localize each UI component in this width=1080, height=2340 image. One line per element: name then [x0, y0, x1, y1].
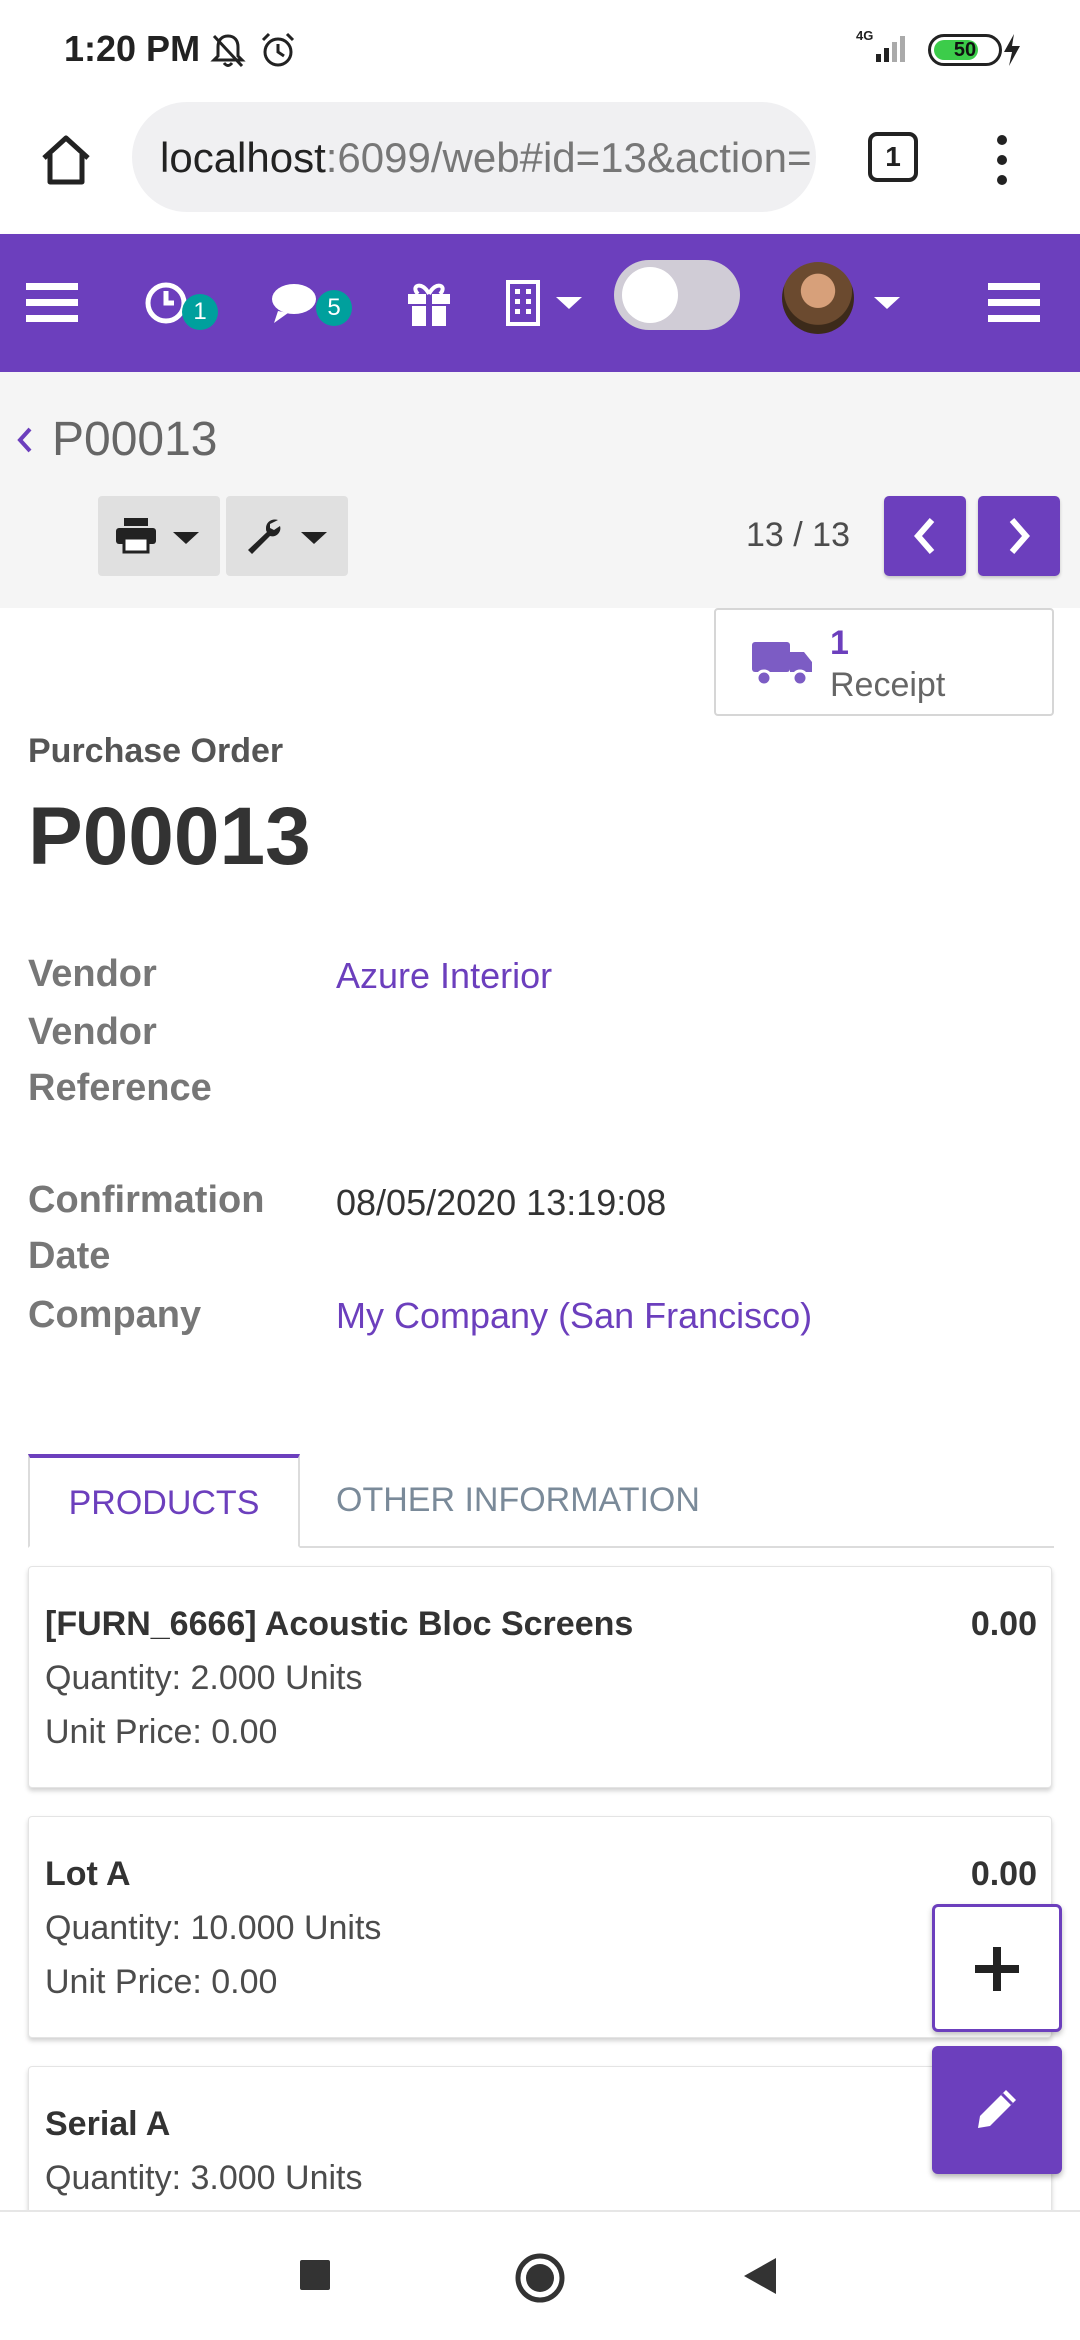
order-line-card[interactable]: Lot A 0.00 Quantity: 10.000 Units Unit P… [28, 1816, 1052, 2038]
vendor-label: Vendor [28, 953, 157, 995]
activity-button[interactable]: 1 [144, 234, 224, 372]
tab-other-information[interactable]: OTHER INFORMATION [336, 1454, 700, 1546]
line-unit-price: Unit Price: 0.00 [45, 1713, 278, 1751]
menu-toggle-icon[interactable] [988, 234, 1040, 372]
line-product-name: [FURN_6666] Acoustic Bloc Screens [45, 1605, 634, 1643]
caret-down-icon [301, 532, 327, 544]
line-unit-price: Unit Price: 0.00 [45, 1963, 278, 2001]
charging-icon [1000, 32, 1024, 73]
action-button[interactable] [226, 496, 348, 576]
toggle-switch[interactable] [614, 260, 740, 330]
notifications-off-icon [208, 30, 248, 75]
svg-text:4G: 4G [856, 28, 873, 43]
document-type: Purchase Order [28, 732, 284, 770]
vendor-link[interactable]: Azure Interior [336, 955, 552, 997]
page-title: P00013 [28, 791, 311, 882]
truck-icon [752, 642, 812, 687]
user-avatar[interactable] [782, 262, 854, 334]
line-quantity: Quantity: 2.000 Units [45, 1659, 363, 1697]
tab-switcher-button[interactable]: 1 [868, 132, 918, 182]
alarm-icon [258, 30, 298, 75]
user-menu-caret-icon[interactable] [872, 234, 902, 372]
line-quantity: Quantity: 10.000 Units [45, 1909, 382, 1947]
caret-down-icon [556, 297, 582, 309]
breadcrumb[interactable]: P00013 [16, 412, 218, 467]
vendor-reference-label: Vendor Reference [28, 1011, 212, 1109]
home-nav-icon[interactable] [514, 2252, 566, 2309]
url-host: localhost [160, 134, 326, 181]
chevron-right-icon [1009, 518, 1030, 554]
plus-icon [975, 1947, 1019, 1991]
pager-value[interactable]: 13 / 13 [746, 516, 850, 555]
line-subtotal: 0.00 [970, 1855, 1037, 1893]
url-path: :6099/web#id=13&action= [325, 134, 812, 181]
line-quantity: Quantity: 3.000 Units [45, 2159, 363, 2197]
building-icon [506, 280, 540, 326]
gift-icon[interactable] [404, 234, 454, 372]
control-panel: P00013 13 / 13 [0, 372, 1080, 608]
main-navbar: 1 5 [0, 234, 1080, 372]
activity-badge: 1 [182, 294, 218, 330]
add-line-button[interactable] [932, 1904, 1062, 2032]
messages-badge: 5 [316, 290, 352, 326]
edit-button[interactable] [932, 2046, 1062, 2174]
notebook-tabs: PRODUCTS OTHER INFORMATION [28, 1454, 1054, 1548]
caret-down-icon [173, 532, 199, 544]
back-nav-icon[interactable] [742, 2256, 778, 2301]
order-line-card[interactable]: [FURN_6666] Acoustic Bloc Screens 0.00 Q… [28, 1566, 1052, 1788]
more-options-icon[interactable] [990, 130, 1014, 195]
breadcrumb-record: P00013 [52, 413, 218, 466]
receipt-label: Receipt [830, 666, 946, 704]
pager-previous-button[interactable] [884, 496, 966, 576]
confirmation-date-label: Confirmation Date [28, 1179, 265, 1277]
home-icon[interactable] [36, 130, 96, 195]
wrench-icon [248, 519, 281, 554]
receipt-count: 1 [830, 624, 849, 662]
system-navigation-bar [0, 2210, 1080, 2340]
status-bar: 1:20 PM 4G 50 [0, 0, 1080, 100]
print-button[interactable] [98, 496, 220, 576]
url-field[interactable]: localhost:6099/web#id=13&action= [132, 102, 816, 212]
chevron-left-icon [914, 518, 935, 554]
tab-products[interactable]: PRODUCTS [28, 1454, 300, 1548]
company-link[interactable]: My Company (San Francisco) [336, 1295, 812, 1337]
line-product-name: Serial A [45, 2105, 171, 2143]
apps-menu-icon[interactable] [26, 234, 78, 372]
browser-toolbar: localhost:6099/web#id=13&action= 1 [0, 100, 1080, 234]
pencil-icon [978, 2090, 1016, 2128]
messaging-button[interactable]: 5 [270, 234, 360, 372]
confirmation-date-value: 08/05/2020 13:19:08 [336, 1182, 667, 1223]
recents-icon[interactable] [298, 2258, 332, 2297]
receipt-smart-button[interactable]: 1 Receipt [714, 608, 1054, 716]
signal-icon: 4G [852, 26, 912, 71]
print-icon [116, 518, 156, 554]
company-switcher[interactable] [506, 234, 584, 372]
line-product-name: Lot A [45, 1855, 131, 1893]
line-subtotal: 0.00 [970, 1605, 1037, 1643]
company-label: Company [28, 1294, 202, 1336]
status-time: 1:20 PM [64, 28, 201, 69]
chevron-left-icon [17, 427, 32, 452]
pager-next-button[interactable] [978, 496, 1060, 576]
battery-indicator: 50 [928, 34, 1002, 66]
